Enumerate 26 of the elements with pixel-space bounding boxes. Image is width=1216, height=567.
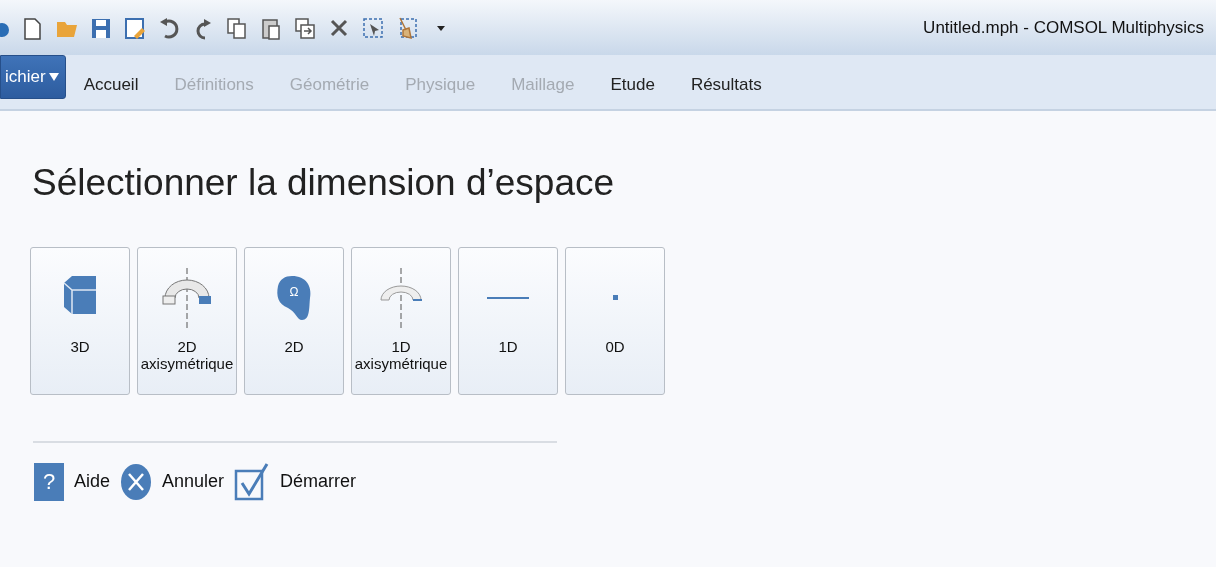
ribbon-tab[interactable]: Résultats	[690, 71, 762, 109]
dimension-button[interactable]: Ω 2D	[244, 246, 344, 395]
select-icon[interactable]	[361, 15, 385, 40]
axisymmetric-arch-icon	[161, 267, 213, 328]
copy-icon[interactable]	[225, 15, 249, 40]
dimension-button[interactable]: 1D	[458, 246, 558, 395]
window-title: Untitled.mph - COMSOL Multiphysics	[923, 16, 1204, 39]
dimension-button[interactable]: 3D	[30, 246, 130, 395]
ribbon-tab[interactable]: Etude	[610, 71, 655, 109]
point-icon	[612, 295, 618, 300]
checkbox-icon	[234, 462, 271, 501]
caret-icon	[48, 73, 59, 81]
cancel-button[interactable]: Annuler	[120, 462, 225, 501]
duplicate-icon[interactable]	[293, 15, 317, 40]
start-button[interactable]: Démarrer	[234, 462, 357, 501]
help-icon: ?	[34, 462, 64, 501]
dimension-button[interactable]: 0D	[565, 246, 665, 395]
page-heading: Sélectionner la dimension d’espace	[32, 161, 616, 205]
save-as-icon[interactable]	[123, 15, 147, 40]
omega-symbol: Ω	[288, 285, 300, 300]
dimension-button[interactable]: 2D axisymétrique	[137, 246, 237, 395]
dimension-button[interactable]: 1D axisymétrique	[351, 246, 451, 395]
ribbon-tab[interactable]: Accueil	[83, 71, 139, 109]
help-button[interactable]: ? Aide	[34, 462, 111, 501]
file-menu-button[interactable]: ichier	[0, 55, 66, 99]
close-icon	[120, 462, 153, 501]
